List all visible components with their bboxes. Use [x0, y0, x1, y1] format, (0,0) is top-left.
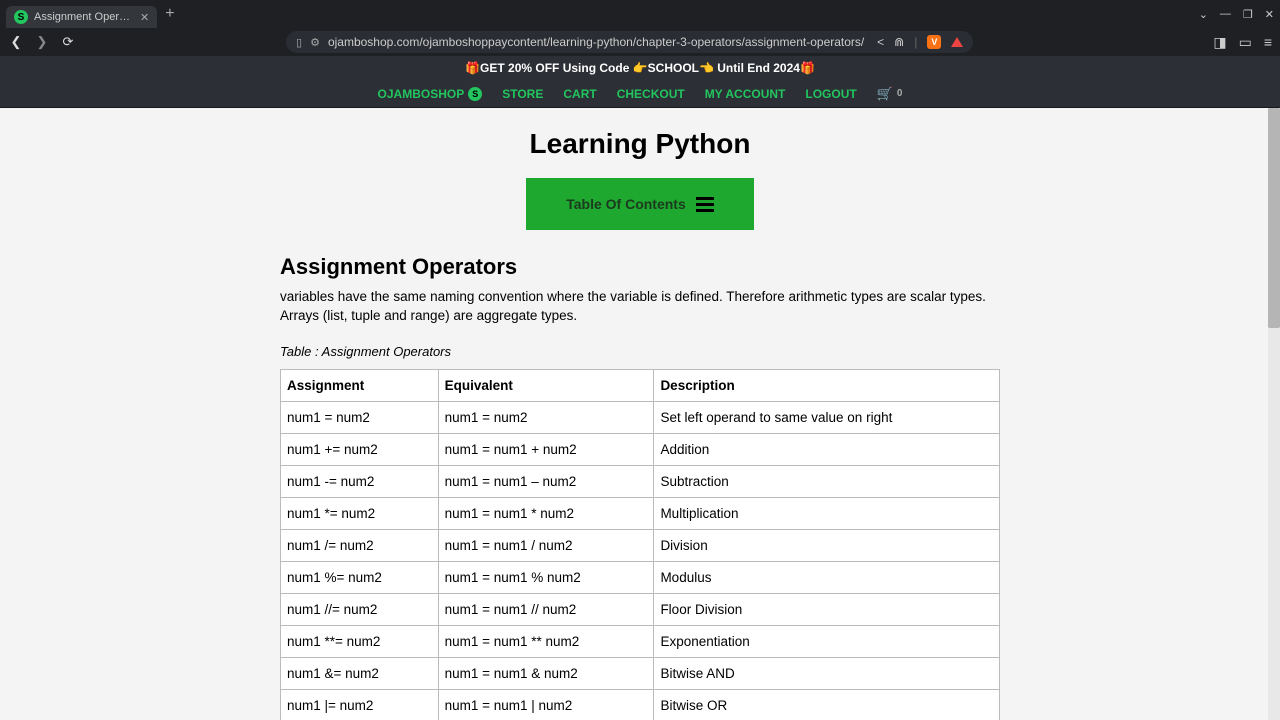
- nav-account[interactable]: MY ACCOUNT: [705, 87, 786, 101]
- site-favicon: S: [14, 10, 28, 24]
- close-window-icon[interactable]: ✕: [1265, 8, 1274, 21]
- table-cell: num1 %= num2: [281, 561, 439, 593]
- cart-count: 0: [897, 88, 903, 99]
- table-cell: num1 = num1 – num2: [438, 465, 654, 497]
- menu-icon[interactable]: ≡: [1264, 34, 1272, 50]
- table-cell: num1 *= num2: [281, 497, 439, 529]
- tab-title: Assignment Operators - Oj: [34, 11, 134, 23]
- toc-button[interactable]: Table Of Contents: [526, 178, 754, 230]
- cart-icon: 🛒: [877, 86, 893, 102]
- nav-cart-icon[interactable]: 🛒0: [877, 86, 903, 102]
- table-cell: Division: [654, 529, 1000, 561]
- table-cell: Set left operand to same value on right: [654, 401, 1000, 433]
- operators-table: Assignment Equivalent Description num1 =…: [280, 369, 1000, 720]
- wallet-icon[interactable]: ▭: [1239, 34, 1252, 51]
- table-cell: num1 = num2: [281, 401, 439, 433]
- warning-icon[interactable]: [951, 37, 963, 47]
- table-cell: num1 = num1 // num2: [438, 593, 654, 625]
- table-cell: Multiplication: [654, 497, 1000, 529]
- table-cell: num1 //= num2: [281, 593, 439, 625]
- table-cell: num1 = num1 | num2: [438, 689, 654, 720]
- nav-logout[interactable]: LOGOUT: [805, 87, 856, 101]
- toolbar: ❮ ❯ ⟳ ▯ ⚙ ojamboshop.com/ojamboshoppayco…: [0, 28, 1280, 56]
- table-header-row: Assignment Equivalent Description: [281, 369, 1000, 401]
- brand-favicon: S: [468, 87, 482, 101]
- table-row: num1 |= num2num1 = num1 | num2Bitwise OR: [281, 689, 1000, 720]
- table-cell: num1 -= num2: [281, 465, 439, 497]
- titlebar: S Assignment Operators - Oj ✕ + ⌄ — ❐ ✕: [0, 0, 1280, 28]
- window-controls: ⌄ — ❐ ✕: [1199, 8, 1274, 21]
- table-caption: Table : Assignment Operators: [280, 344, 1000, 359]
- rss-icon[interactable]: ⋒: [894, 35, 904, 49]
- table-cell: Modulus: [654, 561, 1000, 593]
- table-cell: num1 = num1 ** num2: [438, 625, 654, 657]
- table-cell: num1 = num1 % num2: [438, 561, 654, 593]
- url-bar[interactable]: ▯ ⚙ ojamboshop.com/ojamboshoppaycontent/…: [286, 31, 973, 53]
- promo-text: 🎁GET 20% OFF Using Code 👉SCHOOL👈 Until E…: [465, 61, 815, 75]
- url-right-icons: < ⋒ | V: [877, 35, 963, 49]
- table-row: num1 -= num2num1 = num1 – num2Subtractio…: [281, 465, 1000, 497]
- table-row: num1 *= num2num1 = num1 * num2Multiplica…: [281, 497, 1000, 529]
- page-title: Learning Python: [280, 128, 1000, 160]
- table-cell: Subtraction: [654, 465, 1000, 497]
- table-cell: num1 /= num2: [281, 529, 439, 561]
- scrollbar[interactable]: [1268, 108, 1280, 720]
- back-button[interactable]: ❮: [8, 34, 24, 50]
- table-row: num1 **= num2num1 = num1 ** num2Exponent…: [281, 625, 1000, 657]
- share-icon[interactable]: <: [877, 35, 884, 49]
- hamburger-icon: [696, 197, 714, 212]
- maximize-icon[interactable]: ❐: [1243, 8, 1253, 21]
- browser-right-icons: ◨ ▭ ≡: [1213, 34, 1272, 51]
- table-row: num1 //= num2num1 = num1 // num2Floor Di…: [281, 593, 1000, 625]
- table-cell: Exponentiation: [654, 625, 1000, 657]
- section-text: variables have the same naming conventio…: [280, 288, 1000, 326]
- th-equivalent: Equivalent: [438, 369, 654, 401]
- nav-cart[interactable]: CART: [563, 87, 596, 101]
- content-wrapper: Learning Python Table Of Contents Assign…: [280, 108, 1000, 720]
- nav-checkout[interactable]: CHECKOUT: [617, 87, 685, 101]
- brave-shield-icon[interactable]: V: [927, 35, 941, 49]
- minimize-icon[interactable]: —: [1220, 8, 1231, 20]
- promo-banner: 🎁GET 20% OFF Using Code 👉SCHOOL👈 Until E…: [0, 56, 1280, 80]
- table-cell: Bitwise OR: [654, 689, 1000, 720]
- toc-label: Table Of Contents: [566, 196, 686, 212]
- close-tab-icon[interactable]: ✕: [140, 11, 149, 24]
- table-cell: num1 |= num2: [281, 689, 439, 720]
- table-cell: num1 += num2: [281, 433, 439, 465]
- table-row: num1 += num2num1 = num1 + num2Addition: [281, 433, 1000, 465]
- th-description: Description: [654, 369, 1000, 401]
- reader-mode-icon[interactable]: ▯: [296, 36, 302, 49]
- reload-button[interactable]: ⟳: [60, 34, 76, 50]
- th-assignment: Assignment: [281, 369, 439, 401]
- table-cell: num1 &= num2: [281, 657, 439, 689]
- page-content: Learning Python Table Of Contents Assign…: [0, 108, 1280, 720]
- table-cell: num1 = num1 / num2: [438, 529, 654, 561]
- scrollbar-thumb[interactable]: [1268, 108, 1280, 328]
- table-row: num1 &= num2num1 = num1 & num2Bitwise AN…: [281, 657, 1000, 689]
- sidebar-icon[interactable]: ◨: [1213, 34, 1226, 51]
- table-cell: Addition: [654, 433, 1000, 465]
- section-title: Assignment Operators: [280, 254, 1000, 280]
- nav-store[interactable]: STORE: [502, 87, 543, 101]
- table-cell: num1 = num1 & num2: [438, 657, 654, 689]
- new-tab-button[interactable]: +: [165, 5, 174, 23]
- url-text: ojamboshop.com/ojamboshoppaycontent/lear…: [328, 35, 869, 49]
- table-cell: num1 = num1 + num2: [438, 433, 654, 465]
- site-nav: OJAMBOSHOP S STORE CART CHECKOUT MY ACCO…: [0, 80, 1280, 108]
- nav-brand[interactable]: OJAMBOSHOP S: [378, 87, 483, 101]
- table-cell: Floor Division: [654, 593, 1000, 625]
- forward-button[interactable]: ❯: [34, 34, 50, 50]
- table-row: num1 /= num2num1 = num1 / num2Division: [281, 529, 1000, 561]
- table-cell: Bitwise AND: [654, 657, 1000, 689]
- divider: |: [914, 35, 917, 49]
- site-settings-icon[interactable]: ⚙: [310, 36, 320, 49]
- brand-label: OJAMBOSHOP: [378, 87, 465, 101]
- chevron-down-icon[interactable]: ⌄: [1199, 8, 1208, 21]
- table-cell: num1 **= num2: [281, 625, 439, 657]
- table-row: num1 = num2num1 = num2Set left operand t…: [281, 401, 1000, 433]
- table-cell: num1 = num1 * num2: [438, 497, 654, 529]
- table-row: num1 %= num2num1 = num1 % num2Modulus: [281, 561, 1000, 593]
- browser-tab[interactable]: S Assignment Operators - Oj ✕: [6, 6, 157, 28]
- table-cell: num1 = num2: [438, 401, 654, 433]
